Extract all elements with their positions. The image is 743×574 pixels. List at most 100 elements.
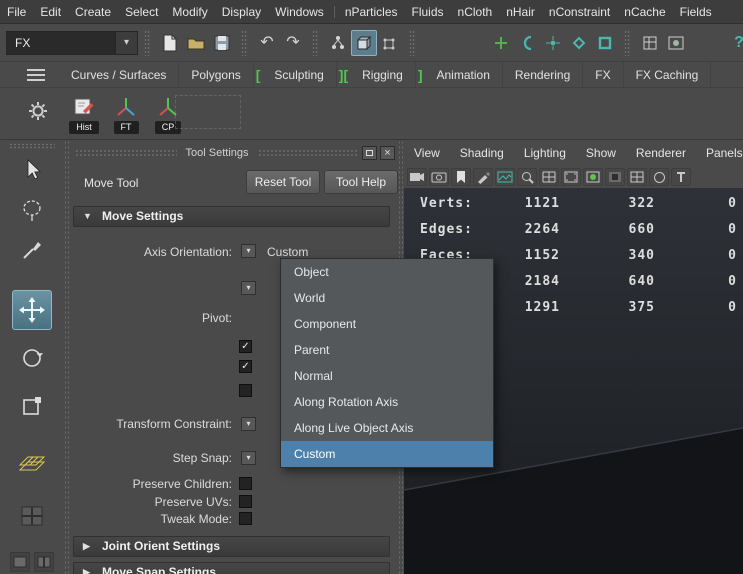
- construction-history-icon[interactable]: [637, 30, 663, 56]
- image-plane-icon[interactable]: [495, 168, 515, 186]
- rotate-tool-button[interactable]: [12, 338, 52, 378]
- bookmark-icon[interactable]: [451, 168, 471, 186]
- scale-tool-button[interactable]: [12, 386, 52, 426]
- shelf-tab-animation[interactable]: Animation: [425, 62, 503, 87]
- joint-orient-section-header[interactable]: ▶ Joint Orient Settings: [73, 536, 390, 557]
- menu-file[interactable]: File: [0, 5, 33, 19]
- menu-option-object[interactable]: Object: [281, 259, 493, 285]
- menu-fluids[interactable]: Fluids: [405, 5, 451, 19]
- menu-option-along-live-object-axis[interactable]: Along Live Object Axis: [281, 415, 493, 441]
- shelf-gear-icon[interactable]: [29, 102, 47, 125]
- float-panel-icon[interactable]: [362, 146, 377, 160]
- select-camera-icon[interactable]: [407, 168, 427, 186]
- viewport-menu-shading[interactable]: Shading: [450, 146, 514, 160]
- redo-icon[interactable]: ↷: [280, 30, 306, 56]
- transform-constraint-dropdown[interactable]: ▾: [241, 417, 256, 431]
- shelf-tab-rigging[interactable]: Rigging: [350, 62, 416, 87]
- camera-attributes-icon[interactable]: [429, 168, 449, 186]
- safe-action-icon[interactable]: [649, 168, 669, 186]
- shelf-tab-sculpting[interactable]: Sculpting: [262, 62, 336, 87]
- soft-mod-tool-button[interactable]: [12, 442, 52, 482]
- save-scene-icon[interactable]: [209, 30, 235, 56]
- toolbox-drag-handle[interactable]: [9, 143, 55, 149]
- menu-display[interactable]: Display: [215, 5, 268, 19]
- menu-option-component[interactable]: Component: [281, 311, 493, 337]
- tool-settings-titlebar[interactable]: Tool Settings ×: [75, 145, 395, 161]
- resolution-gate-icon[interactable]: [583, 168, 603, 186]
- select-tool-button[interactable]: [12, 150, 52, 190]
- tweak-mode-checkbox[interactable]: [239, 512, 252, 525]
- menu-option-along-rotation-axis[interactable]: Along Rotation Axis: [281, 389, 493, 415]
- field-chart-icon[interactable]: [627, 168, 647, 186]
- move-tool-button[interactable]: [12, 290, 52, 330]
- render-view-icon[interactable]: [663, 30, 689, 56]
- paint-select-tool-button[interactable]: [12, 230, 52, 270]
- statusline-drag-handle[interactable]: [241, 30, 248, 56]
- snap-grid-icon[interactable]: [488, 30, 514, 56]
- lasso-select-tool-button[interactable]: [12, 190, 52, 230]
- gate-mask-icon[interactable]: [605, 168, 625, 186]
- axis-orientation-value[interactable]: Custom: [267, 245, 308, 259]
- snap-curve-icon[interactable]: [514, 30, 540, 56]
- menu-option-parent[interactable]: Parent: [281, 337, 493, 363]
- custom-axis-dropdown[interactable]: ▾: [241, 281, 256, 295]
- menu-modify[interactable]: Modify: [165, 5, 214, 19]
- menu-option-world[interactable]: World: [281, 285, 493, 311]
- component-mode-icon[interactable]: [377, 30, 403, 56]
- shelf-tab-fx-caching[interactable]: FX Caching: [624, 62, 712, 87]
- shelf-tab-fx[interactable]: FX: [583, 62, 623, 87]
- preserve-children-checkbox[interactable]: [239, 477, 252, 490]
- viewport-menu-show[interactable]: Show: [576, 146, 626, 160]
- checkbox-unchecked[interactable]: [239, 384, 252, 397]
- axis-orientation-dropdown[interactable]: ▾: [241, 244, 256, 258]
- titlebar-drag-texture[interactable]: [258, 149, 360, 157]
- menu-option-custom[interactable]: Custom: [281, 441, 493, 467]
- titlebar-drag-texture[interactable]: [75, 149, 177, 157]
- chevron-down-icon[interactable]: ▾: [115, 32, 137, 54]
- statusline-drag-handle[interactable]: [144, 30, 151, 56]
- viewport-menu-renderer[interactable]: Renderer: [626, 146, 696, 160]
- statusline-drag-handle[interactable]: [409, 30, 416, 56]
- close-icon[interactable]: ×: [380, 146, 395, 160]
- menu-ncache[interactable]: nCache: [617, 5, 672, 19]
- snap-point-icon[interactable]: [540, 30, 566, 56]
- open-scene-icon[interactable]: [183, 30, 209, 56]
- shelf-button-ft[interactable]: FT: [106, 94, 146, 134]
- shelf-tab-curves-surfaces[interactable]: Curves / Surfaces: [59, 62, 179, 87]
- panel-splitter[interactable]: [64, 140, 70, 574]
- menuset-dropdown[interactable]: FX ▾: [6, 31, 138, 55]
- checkbox-checked[interactable]: ✓: [239, 340, 252, 353]
- menu-nparticles[interactable]: nParticles: [338, 5, 405, 19]
- four-pane-layout-button[interactable]: [12, 496, 52, 536]
- menu-nhair[interactable]: nHair: [499, 5, 542, 19]
- make-live-icon[interactable]: [592, 30, 618, 56]
- snap-plane-icon[interactable]: [566, 30, 592, 56]
- film-gate-icon[interactable]: [561, 168, 581, 186]
- safe-title-icon[interactable]: [671, 168, 691, 186]
- move-snap-section-header[interactable]: ▶ Move Snap Settings: [73, 562, 390, 574]
- menu-windows[interactable]: Windows: [268, 5, 331, 19]
- viewport-menu-lighting[interactable]: Lighting: [514, 146, 576, 160]
- hierarchy-mode-icon[interactable]: [325, 30, 351, 56]
- menu-select[interactable]: Select: [118, 5, 165, 19]
- shelf-button-hist[interactable]: Hist: [64, 94, 104, 134]
- preserve-uvs-checkbox[interactable]: [239, 495, 252, 508]
- menu-option-normal[interactable]: Normal: [281, 363, 493, 389]
- single-pane-layout-button[interactable]: [10, 552, 30, 572]
- new-scene-icon[interactable]: [157, 30, 183, 56]
- menu-fields[interactable]: Fields: [673, 5, 719, 19]
- shelf-tab-rendering[interactable]: Rendering: [503, 62, 583, 87]
- pan-zoom-icon[interactable]: [517, 168, 537, 186]
- step-snap-dropdown[interactable]: ▾: [241, 451, 256, 465]
- tool-help-button[interactable]: Tool Help: [324, 170, 398, 194]
- object-mode-icon[interactable]: [351, 30, 377, 56]
- undo-icon[interactable]: ↶: [254, 30, 280, 56]
- grid-toggle-icon[interactable]: [539, 168, 559, 186]
- checkbox-checked[interactable]: ✓: [239, 360, 252, 373]
- statusline-drag-handle[interactable]: [312, 30, 319, 56]
- menu-create[interactable]: Create: [68, 5, 118, 19]
- shelf-tab-polygons[interactable]: Polygons: [179, 62, 253, 87]
- viewport-menu-panels[interactable]: Panels: [696, 146, 743, 160]
- split-pane-layout-button[interactable]: [34, 552, 54, 572]
- statusline-drag-handle[interactable]: [624, 30, 631, 56]
